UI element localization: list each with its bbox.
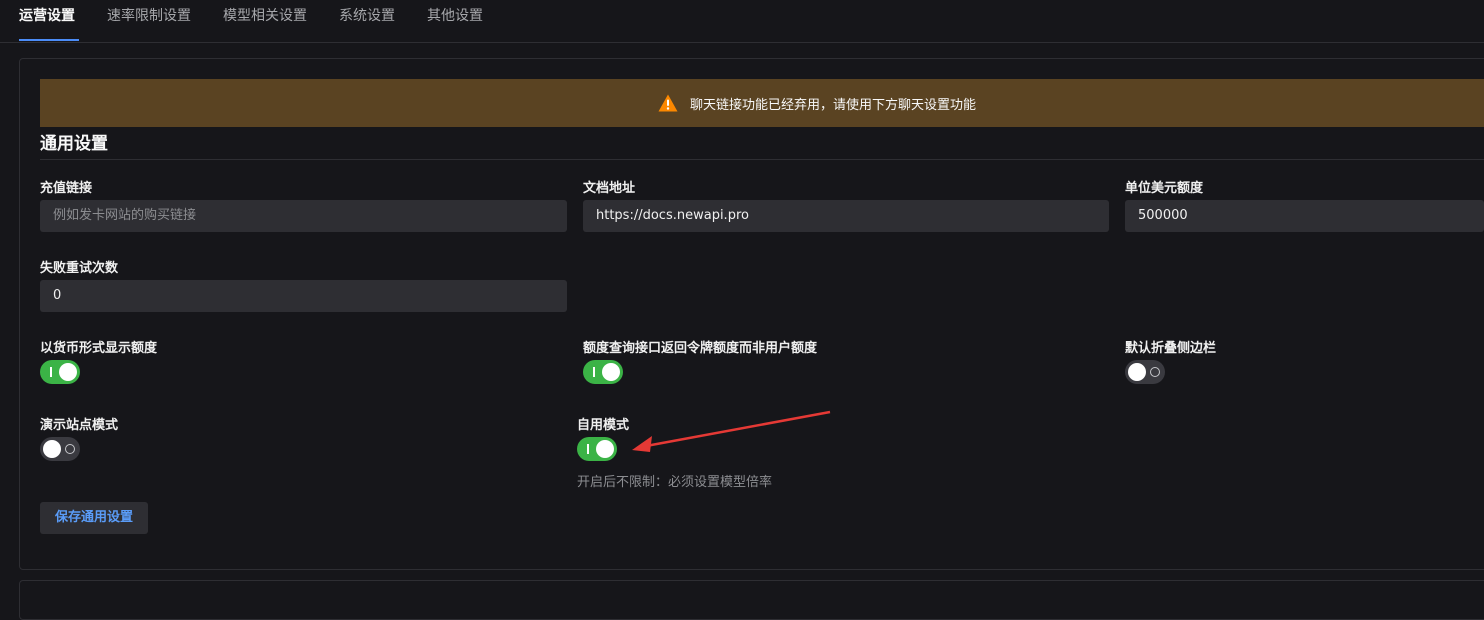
toggle-on-mark	[593, 367, 595, 377]
warning-text: 聊天链接功能已经弃用，请使用下方聊天设置功能	[690, 97, 977, 113]
demo-site-mode-toggle[interactable]	[40, 437, 80, 461]
settings-tabs: 运营设置 速率限制设置 模型相关设置 系统设置 其他设置	[0, 0, 1484, 43]
self-use-mode-hint: 开启后不限制：必须设置模型倍率	[577, 475, 773, 490]
toggle-knob	[596, 440, 614, 458]
quota-per-unit-label: 单位美元额度	[1125, 181, 1204, 196]
tab-other-settings[interactable]: 其他设置	[427, 7, 483, 29]
toggle-off-mark	[1150, 367, 1160, 377]
default-collapse-sidebar-toggle[interactable]	[1125, 360, 1165, 384]
deprecation-warning-banner: 聊天链接功能已经弃用，请使用下方聊天设置功能	[40, 79, 1484, 127]
display-in-currency-toggle[interactable]	[40, 360, 80, 384]
section-title: 通用设置	[40, 134, 108, 154]
retry-times-label: 失败重试次数	[40, 261, 119, 276]
toggle-on-mark	[587, 444, 589, 454]
tab-operation-settings[interactable]: 运营设置	[19, 7, 75, 29]
quota-per-unit-input[interactable]: 500000	[1125, 200, 1484, 232]
tab-model-settings[interactable]: 模型相关设置	[223, 7, 307, 29]
toggle-knob	[602, 363, 620, 381]
display-token-stat-toggle[interactable]	[583, 360, 623, 384]
warning-icon	[658, 94, 678, 112]
default-collapse-sidebar-label: 默认折叠侧边栏	[1125, 341, 1217, 356]
active-tab-indicator	[19, 39, 79, 41]
topup-link-label: 充值链接	[40, 181, 93, 196]
topup-link-input[interactable]: 例如发卡网站的购买链接	[40, 200, 567, 232]
section-divider	[40, 159, 1484, 160]
next-settings-card	[19, 580, 1484, 620]
docs-url-input[interactable]: https://docs.newapi.pro	[583, 200, 1109, 232]
display-token-stat-label: 额度查询接口返回令牌额度而非用户额度	[583, 341, 818, 356]
save-general-settings-button[interactable]: 保存通用设置	[40, 502, 148, 534]
tab-rate-limit-settings[interactable]: 速率限制设置	[107, 7, 191, 29]
annotation-arrow-icon	[632, 410, 831, 452]
docs-url-label: 文档地址	[583, 181, 636, 196]
display-in-currency-label: 以货币形式显示额度	[40, 341, 158, 356]
toggle-knob	[59, 363, 77, 381]
toggle-on-mark	[50, 367, 52, 377]
general-settings-card	[19, 58, 1484, 570]
demo-site-mode-label: 演示站点模式	[40, 418, 119, 433]
tab-system-settings[interactable]: 系统设置	[339, 7, 395, 29]
toggle-knob	[43, 440, 61, 458]
toggle-knob	[1128, 363, 1146, 381]
retry-times-input[interactable]: 0	[40, 280, 567, 312]
self-use-mode-toggle[interactable]	[577, 437, 617, 461]
toggle-off-mark	[65, 444, 75, 454]
